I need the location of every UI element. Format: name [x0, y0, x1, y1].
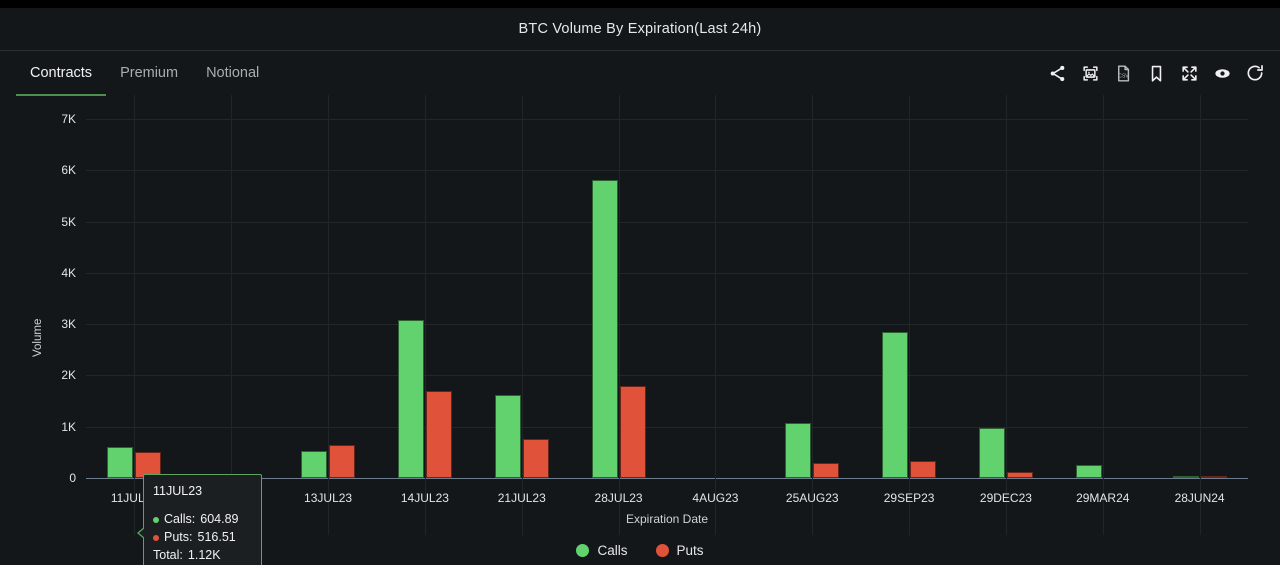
legend-calls-label: Calls — [597, 542, 628, 558]
tooltip-puts-value: 516.51 — [197, 530, 236, 545]
y-axis-tick-labels: 0 1K 2K 3K 4K 5K 6K 7K — [0, 95, 76, 535]
x-axis-tick-label: 28JUN24 — [1174, 491, 1225, 505]
x-axis-tick-label: 21JUL23 — [497, 491, 546, 505]
x-axis-tick-label: 28JUL23 — [594, 491, 643, 505]
chart-panel: BTC Volume By Expiration(Last 24h) Contr… — [0, 0, 1280, 565]
tooltip-puts-label: Puts: — [164, 530, 193, 545]
csv-export-icon[interactable]: CSV — [1112, 62, 1134, 84]
share-icon[interactable] — [1046, 62, 1068, 84]
y-axis-tick-label: 3K — [61, 317, 76, 332]
x-axis-tick-label: 4AUG23 — [692, 491, 739, 505]
tooltip-calls-dot-icon — [153, 517, 159, 524]
x-axis-tick-label: 29SEP23 — [883, 491, 935, 505]
y-axis-tick-label: 1K — [61, 419, 76, 434]
tooltip-calls-row: Calls: 604.89 — [153, 510, 252, 528]
legend-item-puts[interactable]: Puts — [655, 542, 704, 558]
x-axis-title: Expiration Date — [625, 512, 709, 526]
tooltip-total-label: Total: — [153, 548, 183, 563]
tooltip-calls-label: Calls: — [164, 512, 196, 527]
x-axis-tick-label: 29DEC23 — [979, 491, 1032, 505]
y-axis-tick-label: 2K — [61, 368, 76, 383]
page-title: BTC Volume By Expiration(Last 24h) — [518, 21, 762, 37]
legend-puts-label: Puts — [676, 542, 704, 558]
tab-contracts-label: Contracts — [30, 65, 93, 81]
tooltip-arrow-fill — [139, 527, 146, 539]
plot-area: Volume 01K2K3K4K5K6K7K 11JUL2312JUL2313J… — [0, 95, 1280, 565]
y-axis-tick-label: 6K — [61, 163, 76, 178]
tab-premium-label: Premium — [120, 65, 179, 81]
legend-puts-dot-icon — [655, 543, 669, 557]
tooltip-date: 11JUL23 — [153, 484, 203, 498]
y-axis-tick-label: 4K — [61, 265, 76, 280]
eye-icon[interactable] — [1211, 62, 1233, 84]
tab-notional[interactable]: Notional — [192, 51, 273, 96]
x-axis-tick-labels: 11JUL2312JUL2313JUL2314JUL2321JUL2328JUL… — [86, 95, 1248, 535]
data-tooltip: 11JUL23 Calls: 604.89 Puts: 516.51 Total… — [137, 474, 262, 565]
tooltip-calls-value: 604.89 — [200, 512, 239, 527]
chart-toolbar: CSV — [1046, 62, 1266, 84]
tooltip-puts-row: Puts: 516.51 — [153, 528, 252, 546]
y-axis-tick-label: 0 — [69, 471, 76, 485]
bookmark-icon[interactable] — [1145, 62, 1167, 84]
fullscreen-icon[interactable] — [1178, 62, 1200, 84]
tab-contracts[interactable]: Contracts — [16, 51, 107, 96]
svg-text:CSV: CSV — [1118, 73, 1129, 79]
legend-calls-dot-icon — [576, 543, 590, 557]
chart-title-bar: BTC Volume By Expiration(Last 24h) — [0, 8, 1280, 50]
refresh-icon[interactable] — [1244, 62, 1266, 84]
x-axis-tick-label: 29MAR24 — [1076, 491, 1130, 505]
tooltip-total-value: 1.12K — [187, 548, 221, 563]
legend-item-calls[interactable]: Calls — [576, 542, 628, 558]
tab-bar: Contracts Premium Notional CSV — [0, 50, 1280, 96]
tooltip-puts-dot-icon — [153, 535, 159, 542]
x-axis-tick-label: 25AUG23 — [785, 491, 839, 505]
tab-list: Contracts Premium Notional — [16, 51, 273, 96]
x-axis-tick-label: 13JUL23 — [304, 491, 353, 505]
tab-premium[interactable]: Premium — [106, 51, 192, 96]
y-axis-tick-label: 5K — [61, 214, 76, 229]
tooltip-total-row: Total: 1.12K — [153, 546, 252, 564]
image-export-icon[interactable] — [1079, 62, 1101, 84]
tab-notional-label: Notional — [206, 65, 260, 81]
window-top-strip — [0, 0, 1280, 8]
x-axis-tick-label: 14JUL23 — [400, 491, 449, 505]
y-axis-tick-label: 7K — [61, 112, 76, 126]
